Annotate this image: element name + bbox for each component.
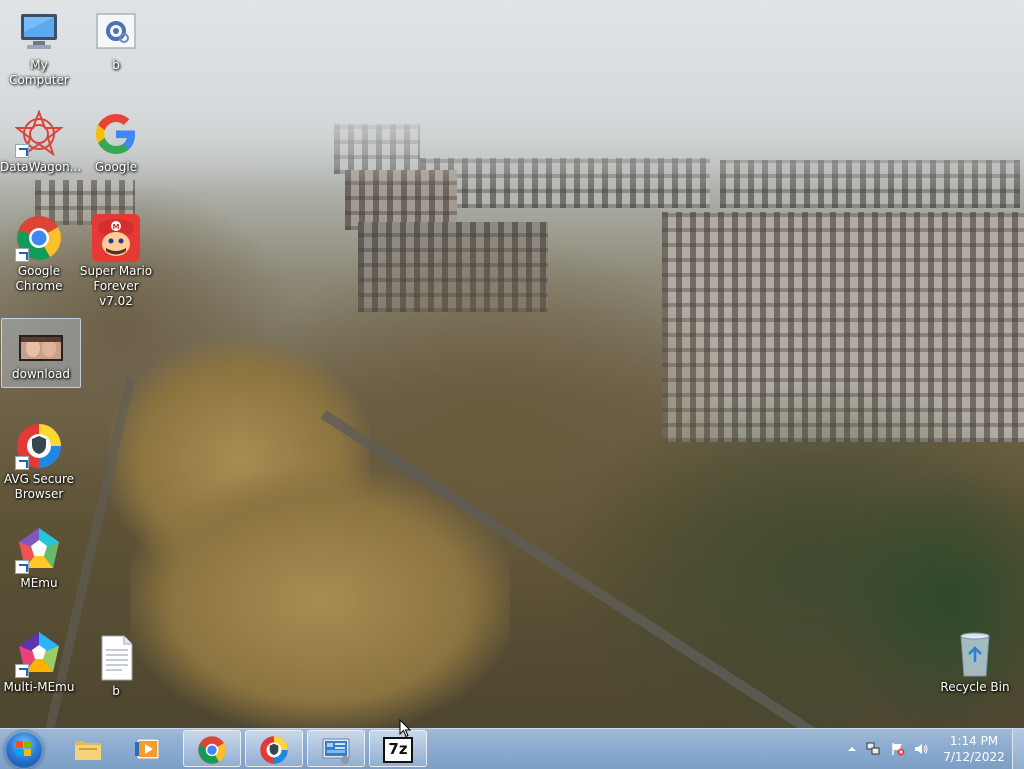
shortcut-arrow-icon (15, 248, 29, 262)
chrome-icon (15, 214, 63, 262)
desktop-icon-super-mario[interactable]: M Super Mario Forever v7.02 (77, 214, 155, 309)
system-clock[interactable]: 1:14 PM 7/12/2022 (942, 733, 1006, 765)
desktop-icon-label: DataWagon... (0, 160, 82, 174)
show-hidden-icons-icon[interactable] (845, 742, 859, 756)
text-file-icon (92, 634, 140, 682)
shortcut-arrow-icon (15, 560, 29, 574)
volume-icon[interactable] (914, 742, 928, 756)
image-file-icon (17, 329, 65, 365)
desktop-icon-avg-secure-browser[interactable]: AVG Secure Browser (0, 422, 78, 502)
chrome-icon (197, 735, 227, 765)
desktop-icon-label: Google (94, 160, 138, 174)
clock-date: 7/12/2022 (943, 750, 1005, 764)
shortcut-arrow-icon (15, 664, 29, 678)
desktop-icon-label: Recycle Bin (940, 680, 1010, 694)
desktop-icon-download[interactable]: download (1, 318, 81, 388)
desktop-icon-label: Google Chrome (15, 264, 63, 293)
taskbar-7zip-button[interactable]: 7z (369, 730, 427, 767)
7zip-label: 7z (388, 740, 408, 758)
taskbar: 7z 1:14 PM 7/12/2022 (0, 728, 1024, 769)
desktop-icon-google[interactable]: Google (77, 110, 155, 175)
show-desktop-button[interactable] (1012, 729, 1024, 769)
clock-time: 1:14 PM (949, 734, 999, 748)
desktop-icon-label: Super Mario Forever v7.02 (79, 264, 153, 308)
desktop-icon-my-computer[interactable]: My Computer (0, 8, 78, 88)
memu-icon (15, 526, 63, 574)
network-icon[interactable] (866, 742, 880, 756)
computer-icon (15, 8, 63, 56)
avg-browser-icon (259, 735, 289, 765)
desktop-icon-label: My Computer (9, 58, 69, 87)
desktop-icon-datawagon[interactable]: DataWagon... (0, 109, 82, 175)
recycle-bin-icon (951, 630, 999, 678)
taskbar-explorer-button[interactable] (60, 730, 118, 767)
avg-browser-icon (15, 422, 63, 470)
7zip-icon: 7z (383, 735, 413, 765)
taskbar-control-panel-button[interactable] (307, 730, 365, 767)
mario-icon: M (92, 214, 140, 262)
settings-file-icon (92, 8, 140, 56)
shortcut-arrow-icon (15, 144, 29, 158)
desktop-icon-label: Multi-MEmu (3, 680, 75, 694)
start-button[interactable] (5, 731, 43, 769)
multi-memu-icon (15, 630, 63, 678)
taskbar-media-player-button[interactable] (121, 730, 179, 767)
desktop-icon-multi-memu[interactable]: Multi-MEmu (0, 630, 78, 695)
desktop-icon-label: b (112, 58, 120, 72)
svg-text:M: M (113, 223, 120, 231)
desktop-icon-label: b (112, 684, 120, 698)
desktop-icon-b-text[interactable]: b (77, 634, 155, 699)
action-center-flag-icon[interactable] (891, 742, 905, 756)
taskbar-chrome-button[interactable] (183, 730, 241, 767)
desktop-icon-label: AVG Secure Browser (3, 472, 75, 501)
desktop-icon-recycle-bin[interactable]: Recycle Bin (936, 630, 1014, 695)
google-icon (92, 110, 140, 158)
folder-icon (73, 734, 103, 764)
control-panel-icon (321, 735, 351, 765)
media-player-icon (134, 734, 164, 764)
mouse-cursor-icon (399, 719, 411, 738)
desktop-icon-label: download (11, 367, 71, 381)
desktop-icon-memu[interactable]: MEmu (0, 526, 78, 591)
datawagon-icon (14, 109, 64, 158)
desktop-icon-b-settings[interactable]: b (77, 8, 155, 73)
shortcut-arrow-icon (15, 456, 29, 470)
desktop-icon-label: MEmu (20, 576, 58, 590)
desktop-icon-google-chrome[interactable]: Google Chrome (0, 214, 78, 294)
windows-logo-icon (16, 741, 32, 757)
taskbar-avg-browser-button[interactable] (245, 730, 303, 767)
